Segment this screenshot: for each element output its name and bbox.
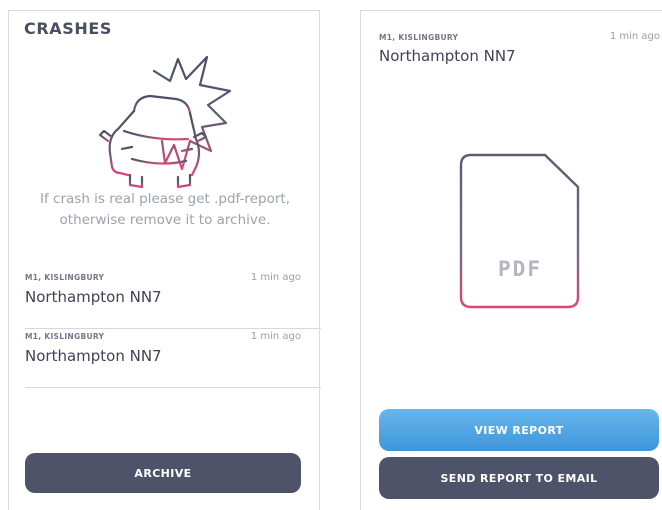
archive-button[interactable]: ARCHIVE [25,453,301,493]
crash-place: Northampton NN7 [25,347,162,365]
crash-road: M1, KISLINGBURY [25,273,105,282]
crash-time: 1 min ago [609,31,660,42]
pdf-label: PDF [498,257,542,281]
car-crash-icon [98,55,232,189]
crash-list-item[interactable]: M1, KISLINGBURY 1 min ago Northampton NN… [25,270,321,329]
report-screen: M1, KISLINGBURY 1 min ago Northampton NN… [360,10,662,510]
instruction-text: If crash is real please get .pdf-report,… [40,191,290,228]
crash-list-item[interactable]: M1, KISLINGBURY 1 min ago Northampton NN… [25,329,321,388]
crash-road: M1, KISLINGBURY [379,33,459,42]
crash-time: 1 min ago [250,272,301,283]
crashes-screen: CRASHES If crash is real please get .pdf… [8,10,321,510]
view-report-button[interactable]: VIEW REPORT [379,409,659,451]
crash-road: M1, KISLINGBURY [25,332,105,341]
page-title: CRASHES [24,19,113,38]
crash-place: Northampton NN7 [25,288,162,306]
send-report-email-button[interactable]: SEND REPORT TO EMAIL [379,457,659,499]
crash-time: 1 min ago [250,331,301,342]
pdf-document-icon[interactable] [457,151,583,311]
crash-place: Northampton NN7 [379,47,516,65]
